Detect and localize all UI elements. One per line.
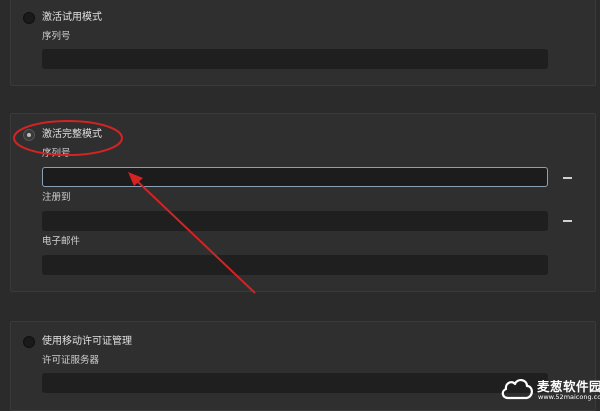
email-label: 电子邮件: [42, 236, 81, 247]
email-input[interactable]: [42, 255, 548, 275]
register-to-input[interactable]: [42, 211, 548, 231]
trial-serial-label: 序列号: [42, 31, 71, 42]
serial-minus-button[interactable]: [563, 177, 572, 179]
license-server-label: 许可证服务器: [42, 355, 100, 366]
register-minus-button[interactable]: [563, 220, 572, 222]
license-server-input[interactable]: [42, 373, 548, 393]
full-mode-radio[interactable]: [23, 129, 35, 141]
trial-serial-input[interactable]: [42, 49, 548, 69]
full-mode-label: 激活完整模式: [42, 129, 102, 140]
trial-mode-radio[interactable]: [23, 12, 35, 24]
watermark-url: www.52maicong.com: [538, 393, 600, 401]
mobile-license-radio[interactable]: [23, 336, 35, 348]
full-serial-input[interactable]: [42, 167, 548, 187]
cloud-icon: [501, 379, 533, 400]
full-serial-label: 序列号: [42, 148, 71, 159]
mobile-license-label: 使用移动许可证管理: [42, 336, 132, 347]
register-to-label: 注册到: [42, 192, 71, 203]
trial-mode-label: 激活试用模式: [42, 12, 102, 23]
watermark-logo: 麦葱软件园 www.52maicong.com: [500, 372, 600, 405]
